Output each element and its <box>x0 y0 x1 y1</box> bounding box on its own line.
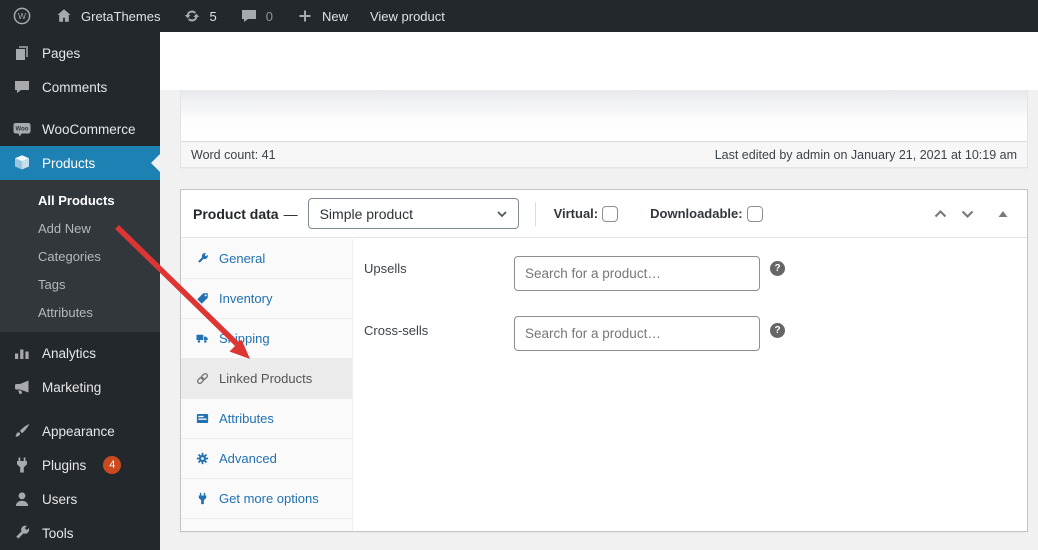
wordpress-logo-icon: W <box>13 7 31 25</box>
comment-count: 0 <box>265 8 273 24</box>
sidebar-item-woocommerce[interactable]: Woo WooCommerce <box>0 112 160 146</box>
virtual-option: Virtual: <box>553 205 619 222</box>
submenu-item-categories[interactable]: Categories <box>0 243 160 271</box>
product-type-select[interactable]: Simple product <box>307 198 519 229</box>
upsells-input[interactable] <box>514 256 760 291</box>
sidebar-item-appearance[interactable]: Appearance <box>0 414 160 448</box>
upsells-label: Upsells <box>364 261 407 276</box>
move-up-icon[interactable] <box>933 208 948 220</box>
downloadable-checkbox[interactable] <box>746 205 763 222</box>
product-data-panel: Product data — Simple product Virtual: D… <box>180 189 1028 532</box>
product-data-title: Product data <box>193 205 279 222</box>
paintbrush-icon <box>15 424 30 437</box>
product-data-header: Product data — Simple product Virtual: D… <box>181 190 1027 238</box>
tab-attributes[interactable]: Attributes <box>181 399 352 439</box>
submenu-item-all-products[interactable]: All Products <box>0 187 160 215</box>
products-submenu: All Products Add New Categories Tags Att… <box>0 180 160 332</box>
plus-icon <box>299 10 311 22</box>
admin-sidebar: Pages Comments Woo WooCommerce Products … <box>0 32 160 550</box>
product-data-tabs: General Inventory Shipping Linked Produc… <box>181 239 353 531</box>
pages-icon <box>16 46 28 60</box>
analytics-bars-icon <box>15 349 29 359</box>
upsells-help-icon[interactable]: ? <box>770 261 785 276</box>
virtual-label: Virtual: <box>553 206 599 221</box>
chevron-down-icon <box>496 210 507 217</box>
toggle-panel-icon[interactable] <box>997 209 1009 219</box>
content-editor: Word count: 41 Last edited by admin on J… <box>180 90 1028 168</box>
page-header <box>160 32 1038 90</box>
comments-menu[interactable]: 0 <box>228 0 284 32</box>
menu-separator <box>0 404 160 414</box>
comments-icon <box>15 81 29 93</box>
downloadable-option: Downloadable: <box>650 205 763 222</box>
sidebar-item-plugins[interactable]: Plugins 4 <box>0 448 160 482</box>
submenu-item-add-new[interactable]: Add New <box>0 215 160 243</box>
update-count: 5 <box>209 8 217 24</box>
header-divider <box>534 201 536 226</box>
plugins-update-badge: 4 <box>103 456 122 474</box>
product-type-value: Simple product <box>319 205 413 222</box>
tab-advanced[interactable]: Advanced <box>181 439 352 479</box>
view-product-link[interactable]: View product <box>359 0 456 32</box>
panel-controls <box>933 208 1015 220</box>
megaphone-icon <box>15 380 29 395</box>
tab-general[interactable]: General <box>181 239 352 279</box>
plugin-icon <box>17 457 27 473</box>
sidebar-item-users[interactable]: Users <box>0 482 160 516</box>
sidebar-item-marketing[interactable]: Marketing <box>0 370 160 404</box>
virtual-checkbox[interactable] <box>602 205 619 222</box>
home-icon <box>57 9 71 22</box>
comment-bubble-icon <box>241 10 256 22</box>
linked-products-fields: Upsells ? Cross-sells ? <box>353 239 1027 531</box>
move-down-icon[interactable] <box>960 208 975 220</box>
sidebar-item-products[interactable]: Products <box>0 146 160 180</box>
site-name: GretaThemes <box>81 8 161 24</box>
word-count: Word count: 41 <box>191 147 276 162</box>
wrench-icon <box>198 252 208 263</box>
tag-icon <box>197 293 208 304</box>
new-menu[interactable]: New <box>284 0 359 32</box>
plugin-icon <box>198 492 207 505</box>
tab-get-more-options[interactable]: Get more options <box>181 479 352 519</box>
svg-text:W: W <box>18 11 26 21</box>
product-data-dash: — <box>283 205 298 222</box>
woocommerce-icon: Woo <box>13 123 31 137</box>
truck-icon <box>196 334 208 343</box>
admin-bar: W GretaThemes 5 0 New View product <box>0 0 1038 32</box>
submenu-item-attributes[interactable]: Attributes <box>0 299 160 327</box>
cross-sells-input[interactable] <box>514 316 760 351</box>
cross-sells-label: Cross-sells <box>364 323 429 338</box>
sidebar-item-pages[interactable]: Pages <box>0 36 160 70</box>
products-box-icon <box>15 155 29 170</box>
tab-linked-products[interactable]: Linked Products <box>181 359 352 399</box>
menu-separator <box>0 104 160 112</box>
svg-text:Woo: Woo <box>16 126 29 132</box>
sidebar-item-tools[interactable]: Tools <box>0 516 160 550</box>
tab-shipping[interactable]: Shipping <box>181 319 352 359</box>
link-icon <box>196 372 209 385</box>
editor-status-bar: Word count: 41 Last edited by admin on J… <box>181 141 1027 167</box>
wp-logo-menu[interactable]: W <box>0 0 43 32</box>
updates-menu[interactable]: 5 <box>171 0 227 32</box>
wrench-icon <box>16 525 30 539</box>
sidebar-item-analytics[interactable]: Analytics <box>0 336 160 370</box>
sidebar-item-comments[interactable]: Comments <box>0 70 160 104</box>
current-menu-notch <box>151 154 160 172</box>
last-edited: Last edited by admin on January 21, 2021… <box>714 147 1017 162</box>
gear-icon <box>196 452 209 465</box>
editor-content-area[interactable] <box>181 90 1027 141</box>
update-icon <box>185 10 200 22</box>
downloadable-label: Downloadable: <box>650 206 743 221</box>
cross-sells-help-icon[interactable]: ? <box>770 323 785 338</box>
new-label: New <box>321 8 348 24</box>
site-name-menu[interactable]: GretaThemes <box>43 0 171 32</box>
form-icon <box>196 414 209 423</box>
tab-inventory[interactable]: Inventory <box>181 279 352 319</box>
users-icon <box>15 492 29 506</box>
submenu-item-tags[interactable]: Tags <box>0 271 160 299</box>
product-data-body: General Inventory Shipping Linked Produc… <box>181 239 1027 531</box>
